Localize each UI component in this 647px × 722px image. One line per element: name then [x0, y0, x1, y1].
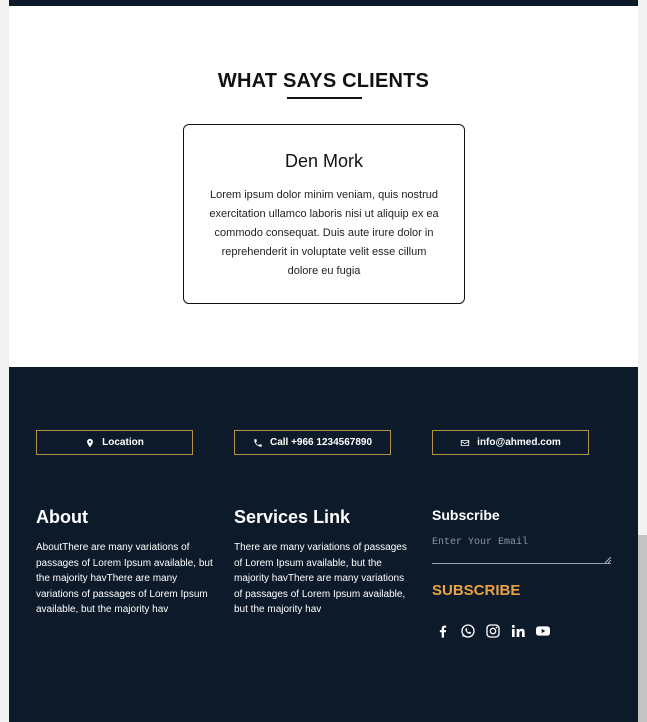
email-contact-button[interactable]: info@ahmed.com — [432, 430, 589, 455]
youtube-icon[interactable] — [534, 622, 551, 639]
envelope-icon — [460, 438, 470, 448]
subscribe-button[interactable]: SUBSCRIBE — [432, 582, 520, 599]
location-button[interactable]: Location — [36, 430, 193, 455]
about-text: AboutThere are many variations of passag… — [36, 542, 213, 615]
instagram-icon[interactable] — [484, 622, 501, 639]
testimonial-card: Den Mork Lorem ipsum dolor minim veniam,… — [183, 124, 465, 304]
facebook-icon[interactable] — [434, 622, 451, 639]
testimonial-text: Lorem ipsum dolor minim veniam, quis nos… — [209, 189, 439, 277]
about-heading: About — [36, 507, 88, 527]
social-links — [434, 622, 551, 639]
footer: Location Call +966 1234567890 info@ahmed… — [9, 367, 638, 722]
email-input[interactable] — [432, 532, 611, 564]
call-label: Call +966 1234567890 — [269, 437, 373, 448]
map-pin-icon — [85, 438, 95, 448]
linkedin-icon[interactable] — [509, 622, 526, 639]
scrollbar-thumb[interactable] — [638, 535, 647, 722]
testimonial-name: Den Mork — [284, 151, 364, 171]
services-heading: Services Link — [234, 507, 351, 527]
title-underline — [287, 97, 362, 99]
page: WHAT SAYS CLIENTS Den Mork Lorem ipsum d… — [9, 0, 638, 722]
whatsapp-icon[interactable] — [459, 622, 476, 639]
testimonials-section: WHAT SAYS CLIENTS Den Mork Lorem ipsum d… — [9, 6, 638, 367]
email-contact-label: info@ahmed.com — [477, 437, 561, 448]
services-text: There are many variations of passages of… — [234, 542, 407, 615]
phone-icon — [253, 438, 263, 448]
section-title: WHAT SAYS CLIENTS — [217, 70, 430, 92]
call-button[interactable]: Call +966 1234567890 — [234, 430, 391, 455]
subscribe-heading: Subscribe — [432, 507, 500, 523]
resize-grip-icon[interactable] — [605, 557, 611, 563]
location-label: Location — [102, 437, 144, 448]
